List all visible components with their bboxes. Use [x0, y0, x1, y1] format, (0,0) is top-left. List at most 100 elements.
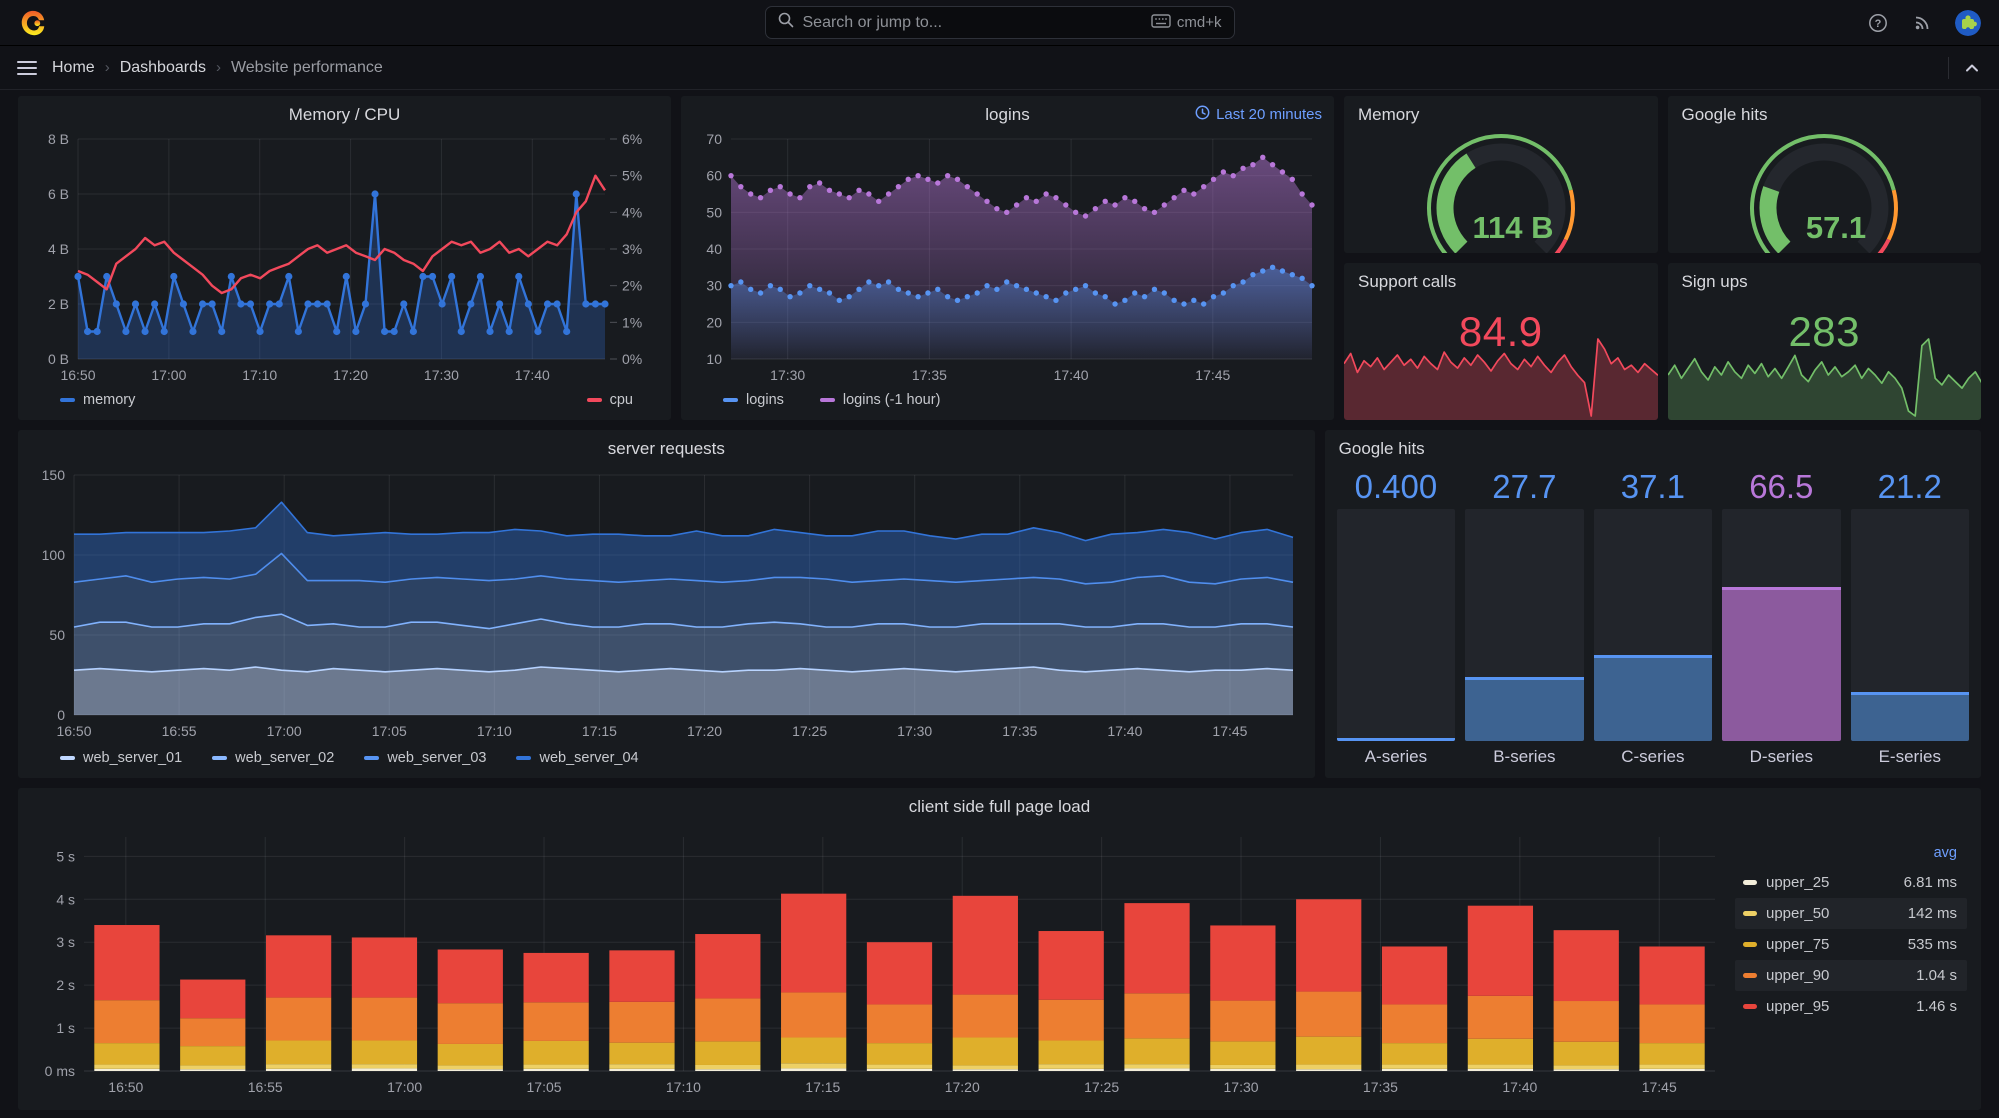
legend-row[interactable]: upper_75 535 ms	[1735, 929, 1967, 960]
breadcrumb-home[interactable]: Home	[52, 59, 95, 77]
svg-text:17:25: 17:25	[792, 723, 827, 739]
sign-ups-sparkline[interactable]	[1668, 335, 1982, 420]
memory-cpu-chart[interactable]: 16:5017:0017:1017:2017:3017:400 B2 B4 B6…	[26, 129, 663, 387]
legend-series-name: upper_50	[1766, 905, 1829, 922]
panel-title[interactable]: logins	[985, 105, 1029, 125]
svg-text:4%: 4%	[622, 204, 642, 220]
legend-item[interactable]: logins	[723, 392, 784, 408]
legend-row[interactable]: upper_25 6.81 ms	[1735, 867, 1967, 898]
legend-avg-value: 142 ms	[1908, 905, 1957, 922]
legend-row[interactable]: upper_951.46 s	[1735, 991, 1967, 1022]
breadcrumb-current-page: Website performance	[231, 59, 383, 77]
legend-series-name: upper_25	[1766, 874, 1829, 891]
legend-item[interactable]: web_server_04	[516, 750, 638, 766]
bar-gauge-value: 37.1	[1594, 465, 1712, 509]
legend-row[interactable]: upper_901.04 s	[1735, 960, 1967, 991]
google-hits-gauge[interactable]: 57.1	[1676, 129, 1974, 246]
panel-title[interactable]: Memory / CPU	[289, 105, 400, 125]
client-page-load-chart[interactable]: 16:5016:5517:0017:0517:1017:1517:2017:25…	[26, 821, 1721, 1103]
svg-text:17:35: 17:35	[1002, 723, 1037, 739]
bar-gauge-column[interactable]: 37.1C-series	[1594, 465, 1712, 771]
svg-text:17:30: 17:30	[897, 723, 932, 739]
panel-google-hits-gauge: Google hits 57.1	[1668, 96, 1982, 253]
bar-gauge-column[interactable]: 66.5D-series	[1722, 465, 1840, 771]
legend-swatch-icon	[60, 398, 75, 403]
legend-item[interactable]: web_server_03	[364, 750, 486, 766]
support-calls-sparkline[interactable]	[1344, 335, 1658, 420]
shortcut-label: cmd+k	[1177, 14, 1222, 31]
svg-text:6%: 6%	[622, 131, 642, 147]
panel-title[interactable]: server requests	[608, 439, 725, 459]
svg-text:4 s: 4 s	[56, 891, 75, 907]
svg-text:17:45: 17:45	[1212, 723, 1247, 739]
help-icon[interactable]: ?	[1867, 12, 1889, 34]
legend-swatch-icon	[212, 756, 227, 761]
legend-label: web_server_01	[83, 750, 182, 766]
user-avatar[interactable]	[1955, 10, 1981, 36]
panel-title[interactable]: Google hits	[1339, 439, 1425, 459]
svg-text:10: 10	[706, 351, 722, 367]
legend-avg-value: 6.81 ms	[1904, 874, 1957, 891]
svg-text:17:15: 17:15	[805, 1079, 840, 1095]
legend-item[interactable]: web_server_01	[60, 750, 182, 766]
panel-memory-cpu: Memory / CPU 16:5017:0017:1017:2017:3017…	[18, 96, 671, 420]
svg-text:16:55: 16:55	[248, 1079, 283, 1095]
search-input[interactable]: cmd+k	[765, 6, 1235, 39]
bar-gauge-column[interactable]: 21.2E-series	[1851, 465, 1969, 771]
legend-item[interactable]: web_server_02	[212, 750, 334, 766]
collapse-chevron-up-icon[interactable]	[1961, 57, 1983, 79]
bar-gauge-track	[1594, 509, 1712, 741]
bar-gauge-column[interactable]: 0.400A-series	[1337, 465, 1455, 771]
svg-text:17:20: 17:20	[687, 723, 722, 739]
svg-text:17:45: 17:45	[1195, 367, 1230, 383]
clock-icon	[1195, 105, 1210, 124]
memory-gauge[interactable]: 114 B	[1352, 129, 1650, 246]
news-rss-icon[interactable]	[1911, 12, 1933, 34]
bar-gauge-fill	[1594, 655, 1712, 741]
grafana-logo-icon[interactable]	[18, 8, 48, 38]
svg-text:50: 50	[706, 204, 722, 220]
logins-chart[interactable]: 17:3017:3517:4017:4510203040506070	[689, 129, 1326, 387]
server-requests-chart[interactable]: 16:5016:5517:0017:0517:1017:1517:2017:25…	[26, 463, 1307, 745]
bar-gauge-column[interactable]: 27.7B-series	[1465, 465, 1583, 771]
legend-item[interactable]: cpu	[587, 392, 633, 408]
top-navigation-bar: cmd+k ?	[0, 0, 1999, 46]
svg-text:2 B: 2 B	[48, 296, 69, 312]
panel-title[interactable]: Google hits	[1682, 105, 1768, 125]
svg-text:17:35: 17:35	[1363, 1079, 1398, 1095]
svg-text:17:40: 17:40	[515, 367, 550, 383]
bar-gauge-label: D-series	[1722, 741, 1840, 771]
bar-gauge-track	[1337, 509, 1455, 741]
menu-hamburger-icon[interactable]	[16, 57, 38, 79]
panel-title[interactable]: client side full page load	[909, 797, 1090, 817]
legend-item[interactable]: memory	[60, 392, 135, 408]
legend-swatch-icon	[723, 398, 738, 403]
legend-label: logins	[746, 392, 784, 408]
google-hits-bar-gauge[interactable]: 0.400A-series27.7B-series37.1C-series66.…	[1333, 463, 1973, 771]
panel-title[interactable]: Memory	[1358, 105, 1419, 125]
search-shortcut: cmd+k	[1151, 14, 1222, 32]
legend-row[interactable]: upper_50 142 ms	[1735, 898, 1967, 929]
memory-cpu-legend: memory cpu	[26, 387, 663, 413]
panel-time-range[interactable]: Last 20 minutes	[1195, 105, 1322, 124]
legend-label: web_server_04	[539, 750, 638, 766]
legend-rows: upper_25 6.81 ms upper_50 142 ms upper_75 535…	[1735, 867, 1967, 1022]
legend-avg-value: 535 ms	[1908, 936, 1957, 953]
chevron-right-icon: ›	[216, 59, 221, 76]
legend-avg-header[interactable]: avg	[1735, 843, 1967, 867]
bar-gauge-fill	[1722, 587, 1840, 741]
panel-title[interactable]: Support calls	[1358, 272, 1456, 292]
breadcrumb-dashboards[interactable]: Dashboards	[120, 59, 206, 77]
breadcrumb: Home › Dashboards › Website performance	[52, 59, 383, 77]
legend-series-name: upper_75	[1766, 936, 1829, 953]
divider	[1948, 57, 1949, 79]
svg-text:16:55: 16:55	[162, 723, 197, 739]
legend-swatch-icon	[1743, 942, 1757, 947]
server-requests-legend: web_server_01 web_server_02 web_server_03 w…	[26, 745, 1307, 771]
panel-title[interactable]: Sign ups	[1682, 272, 1748, 292]
bar-gauge-track	[1465, 509, 1583, 741]
svg-text:5%: 5%	[622, 168, 642, 184]
search-field[interactable]	[803, 14, 1142, 32]
legend-item[interactable]: logins (-1 hour)	[820, 392, 941, 408]
svg-text:17:30: 17:30	[1224, 1079, 1259, 1095]
